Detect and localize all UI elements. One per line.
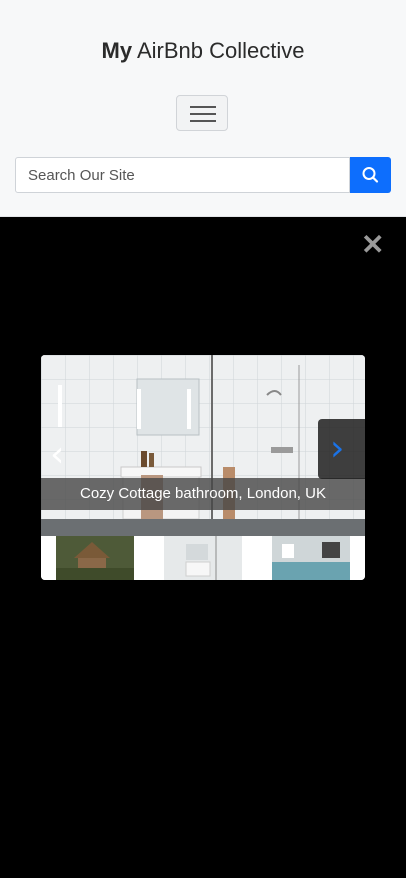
close-button[interactable]: ✕ [361,231,384,259]
site-brand[interactable]: My AirBnb Collective [0,38,406,64]
gallery-main-image: Cozy Cottage bathroom, London, UK ‹ › [41,355,365,536]
brand-rest: AirBnb Collective [136,38,305,63]
thumbnail-bathroom[interactable] [164,536,242,580]
thumbnail-cottage[interactable] [56,536,134,580]
thumbnail-kitchen[interactable] [272,536,350,580]
site-header: My AirBnb Collective [0,0,406,217]
next-arrow-icon: › [330,428,345,469]
thumbnail-strip [41,536,365,580]
next-button[interactable]: › [318,419,365,479]
brand-bold: My [101,38,133,63]
search-icon [362,167,379,183]
search-input[interactable] [15,157,350,193]
previous-arrow-icon[interactable]: ‹ [50,437,64,473]
image-caption: Cozy Cottage bathroom, London, UK [41,478,365,510]
lightbox-modal: Cozy Cottage bathroom, London, UK ‹ › [41,355,365,580]
hamburger-icon [190,106,216,108]
hamburger-icon [190,120,216,122]
search-button[interactable] [350,157,391,193]
hamburger-icon [190,113,216,115]
navbar-toggler-button[interactable] [176,95,228,131]
